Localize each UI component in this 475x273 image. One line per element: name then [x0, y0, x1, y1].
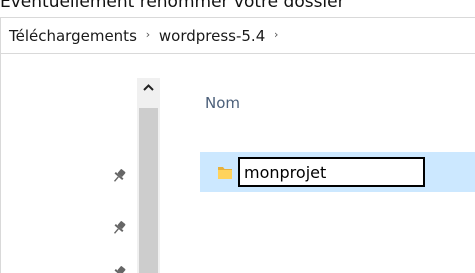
pin-icon	[111, 220, 127, 236]
column-header-name[interactable]: Nom	[205, 94, 240, 112]
breadcrumb-item-wordpress[interactable]: wordpress-5.4	[159, 27, 265, 45]
chevron-right-icon[interactable]: ›	[265, 28, 287, 41]
folder-row-selected[interactable]	[200, 152, 475, 192]
navigation-pane-scrollbar[interactable]	[137, 78, 160, 273]
breadcrumb-item-downloads[interactable]: Téléchargements	[9, 27, 137, 45]
page: Eventuellement renommer votre dossier Té…	[0, 0, 475, 273]
pin-icon	[111, 265, 127, 273]
folder-icon	[216, 164, 234, 182]
rename-input[interactable]	[238, 157, 425, 187]
file-explorer-window: Téléchargements › wordpress-5.4 › Nom mo…	[0, 17, 475, 273]
pin-icon	[111, 168, 127, 184]
scroll-up-arrow-icon[interactable]	[137, 78, 160, 104]
address-bar[interactable]: Téléchargements › wordpress-5.4 ›	[1, 18, 475, 54]
chevron-right-icon[interactable]: ›	[137, 28, 159, 41]
scrollbar-thumb[interactable]	[139, 108, 158, 273]
instruction-caption: Eventuellement renommer votre dossier	[0, 0, 345, 12]
